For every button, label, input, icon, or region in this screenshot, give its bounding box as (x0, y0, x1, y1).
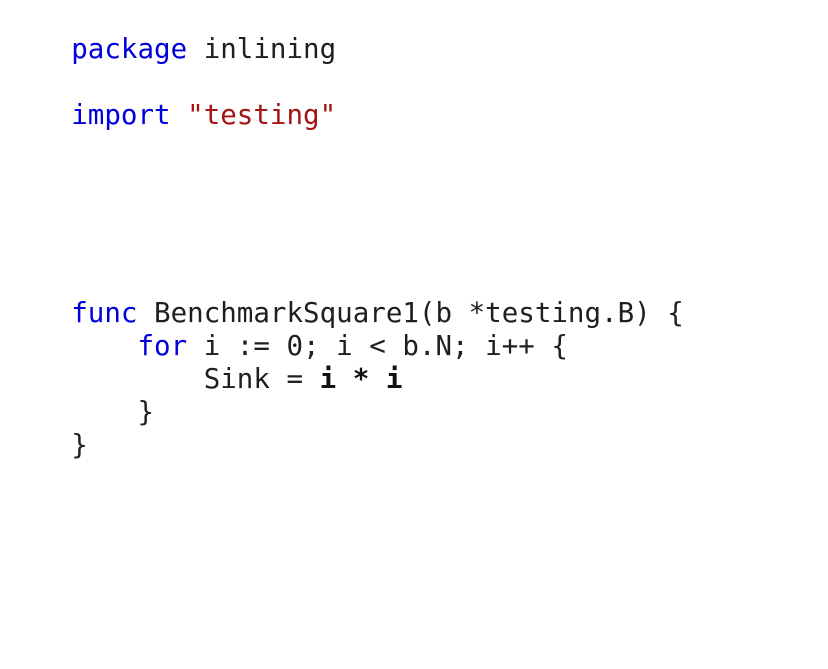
bold-operand-left: i (319, 363, 337, 395)
closing-brace-func: } (71, 429, 88, 461)
package-name: inlining (187, 33, 337, 65)
code-line-10: for i := 0; i < b.N; i++ { (5, 297, 567, 362)
code-line-12: } (5, 363, 154, 428)
import-path-string: "testing" (187, 99, 337, 131)
keyword-package: package (71, 33, 188, 65)
code-line-9: func BenchmarkSquare1(b *testing.B) { (5, 264, 684, 329)
code-line-11: Sink = i * i (5, 330, 403, 395)
bold-multiply-operator: * (336, 363, 386, 395)
keyword-import: import (71, 99, 171, 131)
code-line-3: import "testing" (5, 66, 336, 131)
code-line-1: package inlining (5, 0, 336, 65)
code-line-13: } (5, 396, 88, 461)
bold-operand-right: i (385, 363, 403, 395)
code-editor[interactable]: package inlining import "testing" func B… (5, 0, 823, 669)
assignment-lhs: Sink = (203, 363, 320, 395)
